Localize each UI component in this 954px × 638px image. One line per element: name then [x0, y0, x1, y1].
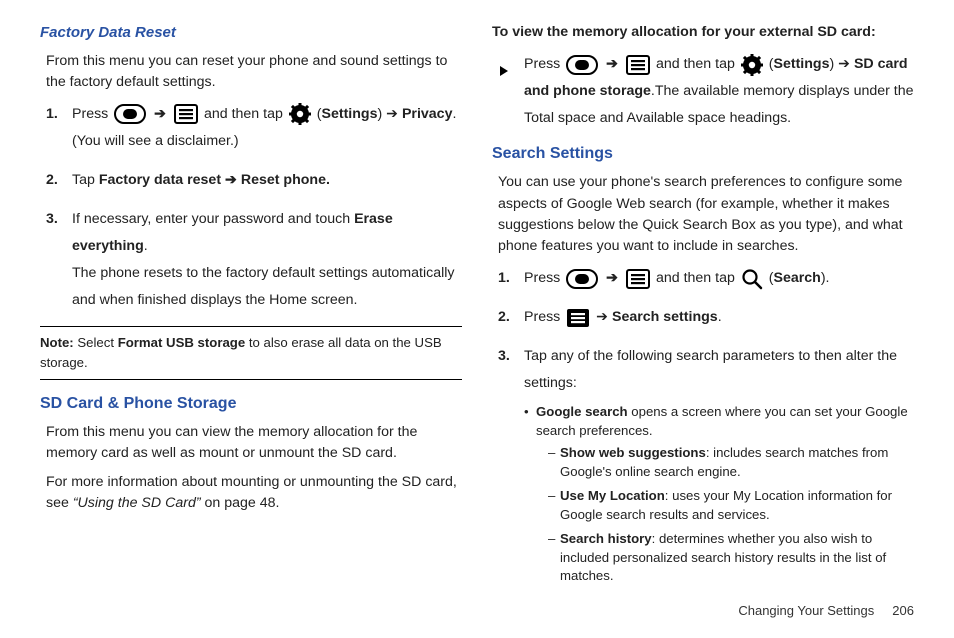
sd-para-2: For more information about mounting or u… [46, 472, 462, 515]
right-column: To view the memory allocation for your e… [492, 22, 914, 598]
factory-reset-heading: Factory Data Reset [40, 22, 462, 45]
home-icon [566, 269, 598, 289]
menu-dark-icon [566, 308, 590, 328]
menu-icon [174, 104, 198, 124]
factory-step-1: 1. Press ➔ and then tap (Settings) ➔ Pri… [46, 101, 462, 155]
search-bullet-list: Google search opens a screen where you c… [524, 403, 914, 585]
page-footer: Changing Your Settings 206 [738, 601, 914, 621]
search-step-3: 3. Tap any of the following search param… [498, 343, 914, 585]
gear-icon [289, 103, 311, 125]
factory-steps: 1. Press ➔ and then tap (Settings) ➔ Pri… [46, 101, 462, 314]
dash-search-history: Search history: determines whether you a… [548, 530, 914, 585]
dash-my-location: Use My Location: uses your My Location i… [548, 487, 914, 524]
search-icon [741, 268, 763, 290]
triangle-bullet-icon [500, 57, 514, 84]
search-intro: You can use your phone's search preferen… [498, 172, 914, 257]
view-memory-heading: To view the memory allocation for your e… [492, 22, 914, 43]
home-icon [114, 104, 146, 124]
gear-icon [741, 54, 763, 76]
left-column: Factory Data Reset From this menu you ca… [40, 22, 462, 598]
factory-intro: From this menu you can reset your phone … [46, 51, 462, 94]
search-step-2: 2. Press ➔ Search settings. [498, 304, 914, 331]
home-icon [566, 55, 598, 75]
menu-icon [626, 269, 650, 289]
view-memory-step: Press ➔ and then tap (Settings) ➔ SD car… [498, 51, 914, 132]
bullet-google-search: Google search opens a screen where you c… [524, 403, 914, 585]
menu-icon [626, 55, 650, 75]
note-box: Note: Select Format USB storage to also … [40, 326, 462, 380]
google-sub-list: Show web suggestions: includes search ma… [548, 444, 914, 585]
search-steps: 1. Press ➔ and then tap (Search). 2. Pre… [498, 265, 914, 585]
factory-step-3: 3. If necessary, enter your password and… [46, 206, 462, 314]
sd-heading: SD Card & Phone Storage [40, 392, 462, 416]
factory-step-2: 2. Tap Factory data reset ➔ Reset phone. [46, 167, 462, 194]
footer-page-number: 206 [892, 603, 914, 618]
search-heading: Search Settings [492, 142, 914, 166]
sd-para-1: From this menu you can view the memory a… [46, 422, 462, 465]
dash-web-suggestions: Show web suggestions: includes search ma… [548, 444, 914, 481]
search-step-1: 1. Press ➔ and then tap (Search). [498, 265, 914, 292]
footer-section: Changing Your Settings [738, 603, 874, 618]
